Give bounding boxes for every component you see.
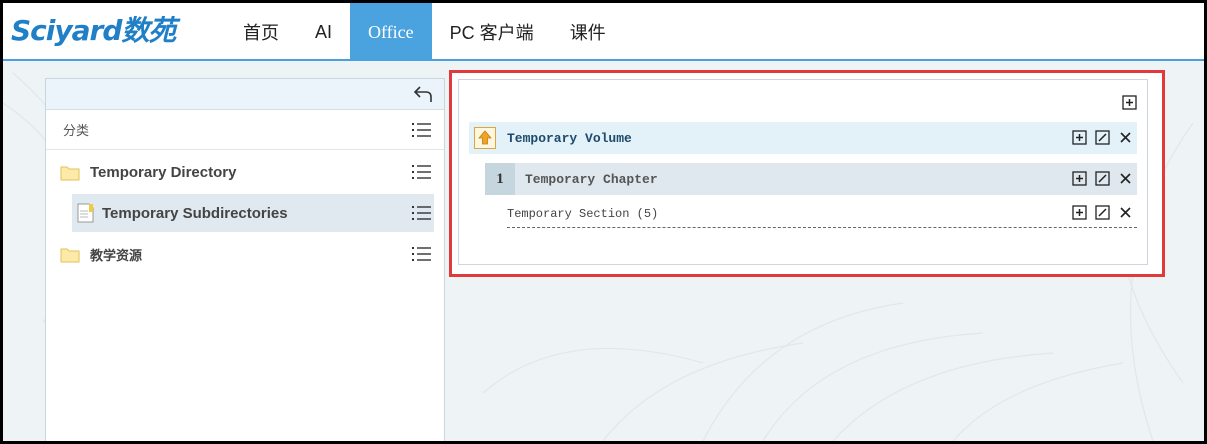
sidebar-header <box>46 79 444 110</box>
delete-icon[interactable] <box>1118 205 1133 220</box>
edit-icon[interactable] <box>1095 130 1110 145</box>
list-menu-icon[interactable] <box>412 245 432 263</box>
section-title: Temporary Section (5) <box>507 206 659 221</box>
section-actions <box>1072 205 1133 220</box>
category-header: 分类 <box>46 110 444 150</box>
volume-actions <box>1072 130 1133 145</box>
add-section-icon[interactable] <box>1072 171 1087 186</box>
nav-item-office[interactable]: Office <box>350 3 432 61</box>
add-chapter-icon[interactable] <box>1072 130 1087 145</box>
edit-icon[interactable] <box>1095 205 1110 220</box>
list-menu-icon[interactable] <box>412 121 432 139</box>
chapter-title: Temporary Chapter <box>525 171 658 187</box>
delete-icon[interactable] <box>1118 171 1133 186</box>
category-label: 分类 <box>63 123 90 138</box>
list-menu-icon[interactable] <box>412 163 432 181</box>
tree-item-label: Temporary Directory <box>90 163 237 181</box>
tree-item-temporary-directory[interactable]: Temporary Directory <box>46 153 444 191</box>
category-sidebar: 分类 Temporary Directory Temporary Subdire… <box>45 78 445 441</box>
document-icon <box>77 203 94 223</box>
tree-item-label: Temporary Subdirectories <box>102 204 288 222</box>
add-icon[interactable] <box>1072 205 1087 220</box>
chapter-number: 1 <box>485 163 515 195</box>
move-up-arrow-icon[interactable] <box>474 127 496 149</box>
folder-icon <box>60 166 80 180</box>
add-volume-icon[interactable] <box>1122 95 1137 110</box>
folder-icon <box>60 248 80 262</box>
structure-editor-panel: Temporary Volume 1 Temporary Chapter Tem… <box>458 79 1148 265</box>
chapter-actions <box>1072 171 1133 186</box>
brand-logo[interactable]: Sciyard数苑 <box>11 9 176 49</box>
tree-item-teaching-resources[interactable]: 教学资源 <box>46 235 444 273</box>
nav-item-courseware[interactable]: 课件 <box>552 3 624 61</box>
top-navigation-bar: Sciyard数苑 首页 AI Office PC 客户端 课件 <box>3 3 1204 61</box>
main-nav: 首页 AI Office PC 客户端 课件 <box>225 3 624 61</box>
volume-title: Temporary Volume <box>507 130 632 146</box>
nav-item-ai[interactable]: AI <box>297 3 350 61</box>
section-row[interactable]: Temporary Section (5) <box>507 200 1137 228</box>
edit-icon[interactable] <box>1095 171 1110 186</box>
volume-row[interactable]: Temporary Volume <box>469 122 1137 154</box>
app-window: Sciyard数苑 首页 AI Office PC 客户端 课件 分类 Temp… <box>3 3 1204 441</box>
delete-icon[interactable] <box>1118 130 1133 145</box>
list-menu-icon[interactable] <box>412 204 432 222</box>
tree-item-temporary-subdirectories[interactable]: Temporary Subdirectories <box>72 194 434 232</box>
nav-item-pc-client[interactable]: PC 客户端 <box>432 3 552 61</box>
nav-item-home[interactable]: 首页 <box>225 3 297 61</box>
tree-item-label: 教学资源 <box>90 247 143 263</box>
highlighted-content-region: Temporary Volume 1 Temporary Chapter Tem… <box>449 70 1165 277</box>
chapter-row[interactable]: 1 Temporary Chapter <box>485 163 1137 195</box>
back-arrow-icon[interactable] <box>412 83 434 105</box>
